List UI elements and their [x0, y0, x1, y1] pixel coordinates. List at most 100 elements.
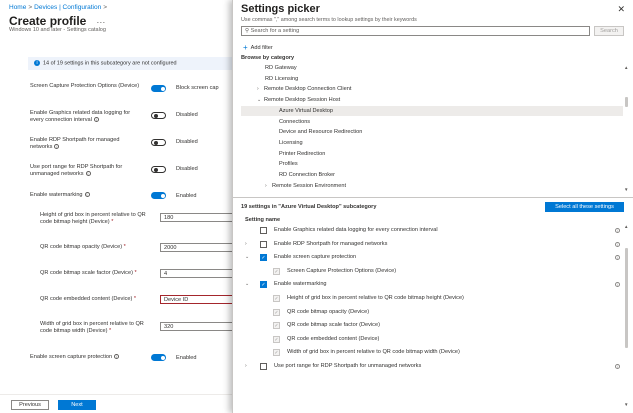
category-item[interactable]: RD Gateway — [241, 63, 623, 74]
picker-subtitle: Use commas "," among search terms to loo… — [241, 17, 417, 23]
setting-row[interactable]: Enable Graphics related data logging for… — [241, 224, 623, 238]
category-item[interactable]: › Remote Desktop Connection Client — [241, 84, 623, 95]
setting-value-input[interactable]: 4 — [160, 269, 232, 278]
category-label: Device and Resource Redirection — [279, 129, 363, 136]
setting-row[interactable]: ✓ QR code bitmap opacity (Device) — [241, 306, 623, 320]
info-icon: i — [34, 60, 40, 66]
setting-row[interactable]: ⌄ ✓ Enable watermarking i — [241, 278, 623, 292]
chevron-right-icon[interactable]: › — [257, 84, 264, 95]
add-filter-button[interactable]: + Add filter — [243, 43, 273, 52]
chevron-right-icon[interactable]: › — [245, 360, 247, 374]
setting-label-text: QR code bitmap opacity (Device) — [40, 244, 123, 250]
chevron-down-icon[interactable]: ⌄ — [257, 95, 264, 106]
category-scrollbar[interactable] — [625, 97, 628, 107]
category-item[interactable]: Device and Resource Redirection — [241, 127, 623, 138]
more-options-icon[interactable]: ··· — [96, 17, 105, 27]
category-label: RD Connection Broker — [279, 172, 335, 178]
toggle-switch[interactable] — [151, 84, 166, 92]
settings-scrollbar[interactable] — [625, 248, 628, 348]
category-label: Licensing — [279, 139, 303, 146]
category-item[interactable]: Printer Redirection — [241, 149, 623, 160]
category-item[interactable]: ⌄ Remote Desktop Session Host — [241, 95, 623, 106]
setting-row-label: Enable Graphics related data logging for… — [274, 227, 438, 233]
category-item[interactable]: Profiles — [241, 159, 623, 170]
scroll-down-icon[interactable]: ▼ — [624, 402, 628, 407]
setting-row[interactable]: ✓ Width of grid box in percent relative t… — [241, 346, 623, 360]
create-profile-pane: Home > Devices | Configuration > Create pro… — [0, 0, 232, 413]
setting-label: QR code bitmap scale factor (Device) * — [40, 270, 152, 277]
info-icon[interactable]: i — [84, 192, 90, 198]
setting-label-text: QR code bitmap scale factor (Device) — [40, 270, 133, 276]
info-icon[interactable]: i — [615, 364, 620, 369]
select-all-button[interactable]: Select all these settings — [545, 202, 624, 212]
info-banner-text: 14 of 19 settings in this subcategory ar… — [43, 60, 177, 67]
info-icon[interactable]: i — [615, 241, 620, 247]
setting-label: Enable RDP Shortpath for managed network… — [30, 137, 140, 151]
setting-checkbox[interactable] — [260, 363, 267, 370]
setting-row[interactable]: ⌄ ✓ Enable screen capture protection i — [241, 251, 623, 265]
info-icon[interactable]: i — [85, 171, 91, 177]
toggle-switch[interactable] — [151, 111, 166, 119]
breadcrumb-devices-configuration[interactable]: Devices | Configuration — [34, 4, 101, 11]
setting-row[interactable]: ✓ Height of grid box in percent relative … — [241, 292, 623, 306]
category-item[interactable]: Connections — [241, 117, 623, 128]
chevron-right-icon[interactable]: › — [245, 238, 247, 252]
category-label: Remote Desktop Session Host — [264, 97, 341, 104]
setting-row[interactable]: › Enable RDP Shortpath for managed networ… — [241, 238, 623, 252]
setting-label: Enable Graphics related data logging for… — [30, 110, 140, 124]
setting-value-input[interactable]: 2000 — [160, 243, 232, 252]
toggle-switch[interactable] — [151, 165, 166, 173]
info-icon[interactable]: i — [615, 255, 620, 261]
setting-checkbox[interactable] — [260, 227, 267, 234]
category-item[interactable]: RD Licensing — [241, 74, 623, 85]
setting-row[interactable]: ✓ QR code embedded content (Device) — [241, 333, 623, 347]
breadcrumb-home[interactable]: Home — [9, 4, 26, 11]
category-item[interactable]: › Remote Session Environment — [241, 181, 623, 192]
toggle-state-text: Disabled — [176, 166, 198, 172]
category-label: Remote Desktop Connection Client — [264, 86, 352, 93]
toggle-knob — [160, 194, 165, 198]
chevron-down-icon[interactable]: ⌄ — [245, 278, 249, 292]
chevron-right-icon[interactable]: › — [265, 181, 272, 192]
toggle-switch[interactable] — [151, 354, 166, 361]
settings-picker-panel: Settings picker ✕ Use commas "," among s… — [232, 0, 633, 413]
info-icon[interactable]: i — [93, 117, 99, 123]
scroll-up-icon[interactable]: ▲ — [624, 65, 628, 70]
info-icon[interactable]: i — [114, 354, 120, 360]
category-item[interactable]: RD Connection Broker — [241, 170, 623, 181]
category-item[interactable]: Azure Virtual Desktop — [241, 105, 623, 117]
setting-value-input[interactable]: 180 — [160, 212, 232, 222]
toggle-knob — [153, 140, 158, 145]
setting-row[interactable]: ✓ QR code bitmap scale factor (Device) — [241, 319, 623, 333]
setting-row[interactable]: ✓ Screen Capture Protection Options (Devi… — [241, 265, 623, 279]
previous-button[interactable]: Previous — [11, 400, 49, 410]
page-subtitle: Windows 10 and later - Settings catalog — [9, 27, 106, 33]
next-button[interactable]: Next — [58, 400, 96, 410]
toggle-switch[interactable] — [151, 192, 166, 199]
scroll-up-icon[interactable]: ▲ — [624, 224, 628, 229]
breadcrumb: Home > Devices | Configuration > — [9, 4, 109, 11]
info-icon[interactable]: i — [615, 282, 620, 288]
setting-label-text: QR code embedded content (Device) — [40, 296, 133, 302]
toggle-state-text: Enabled — [176, 192, 197, 199]
setting-label-text: Enable screen capture protection — [30, 354, 113, 360]
toggle-switch[interactable] — [151, 138, 166, 146]
chevron-down-icon[interactable]: ⌄ — [245, 251, 249, 265]
info-icon[interactable]: i — [615, 228, 620, 233]
setting-label: Enable screen capture protection i — [30, 354, 140, 361]
search-input[interactable]: ⚲ Search for a setting — [241, 26, 590, 36]
setting-name-column-header: Setting name — [245, 217, 281, 223]
setting-row[interactable]: › Use port range for RDP Shortpath for un… — [241, 360, 623, 374]
setting-value-input[interactable]: Device ID — [160, 295, 232, 304]
setting-checkbox[interactable]: ✓ — [260, 254, 267, 262]
close-icon[interactable]: ✕ — [617, 4, 625, 15]
info-icon[interactable]: i — [54, 144, 60, 150]
page-title-row: Create profile ··· — [9, 14, 105, 28]
setting-checkbox[interactable]: ✓ — [260, 281, 267, 289]
required-asterisk: * — [132, 270, 137, 276]
scroll-down-icon[interactable]: ▼ — [624, 187, 628, 192]
category-item[interactable]: Licensing — [241, 138, 623, 149]
search-button[interactable]: Search — [594, 26, 624, 36]
setting-value-input[interactable]: 320 — [160, 321, 232, 331]
setting-checkbox[interactable] — [260, 240, 267, 248]
